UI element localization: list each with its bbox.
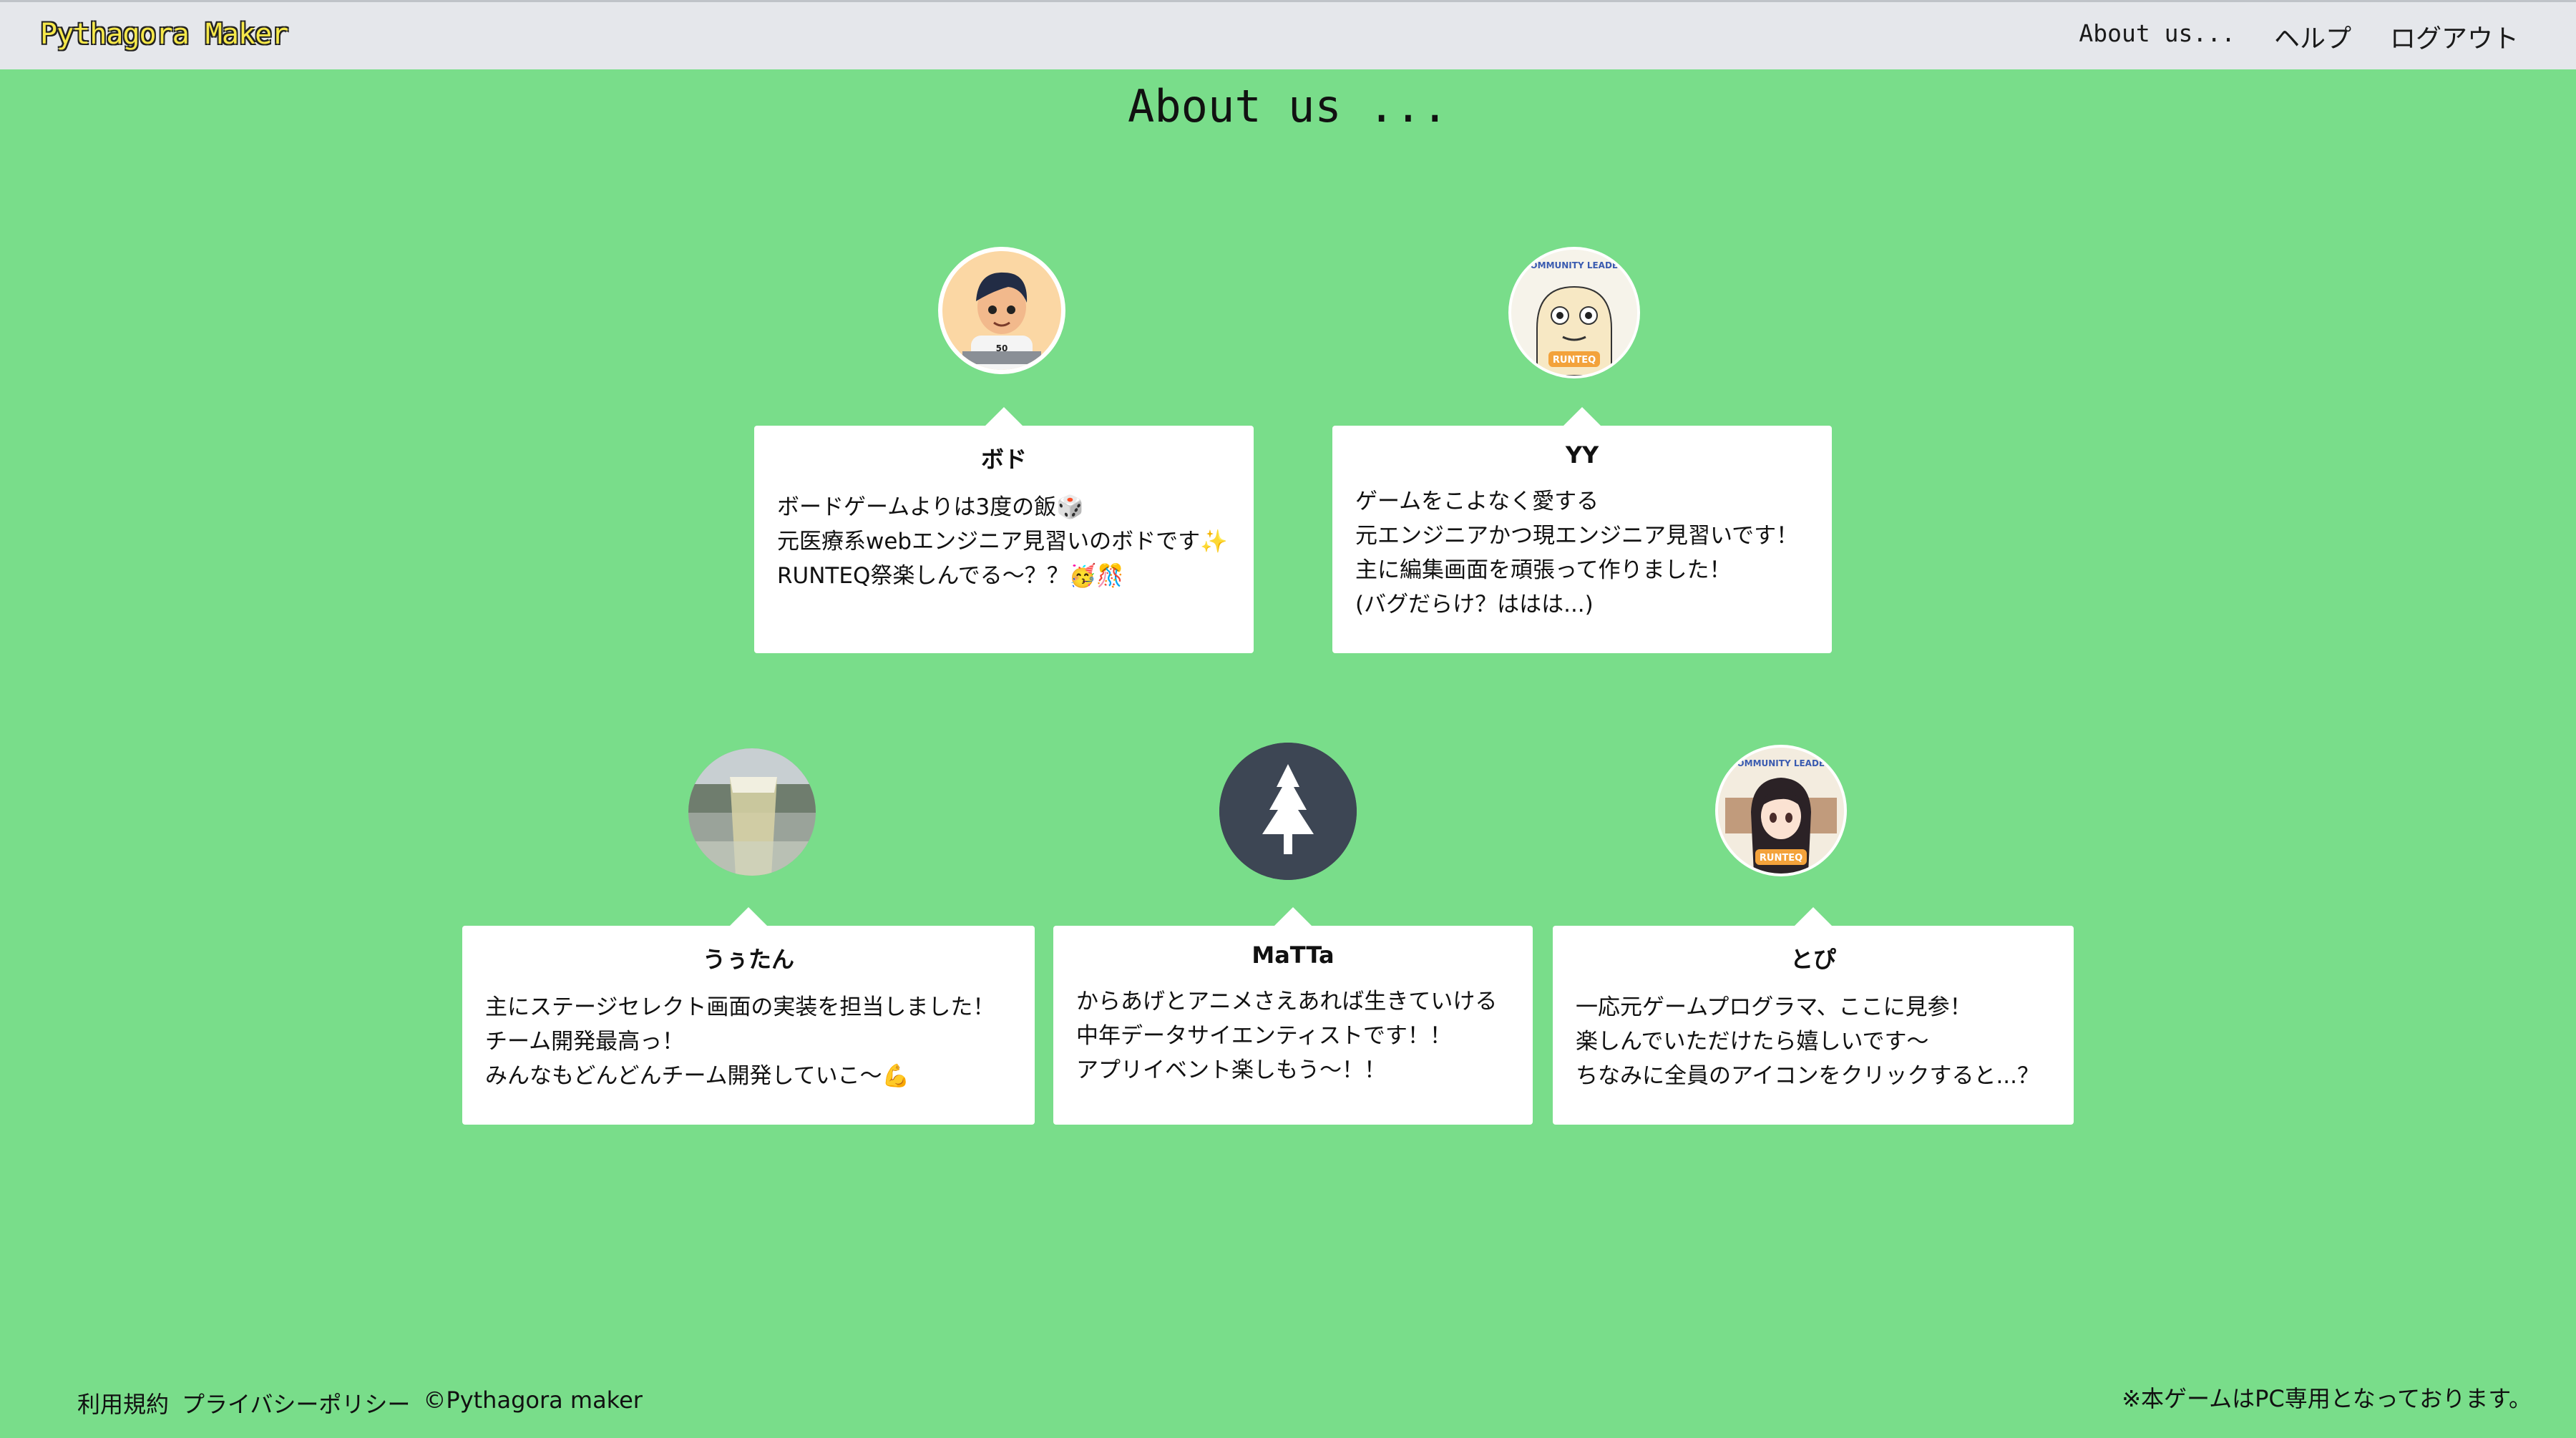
community-leader-badge-icon: COMMUNITY LEADER RUNTEQ [1511, 250, 1637, 376]
badge-bottom-text: RUNTEQ [1760, 853, 1802, 864]
drink-photo-icon [688, 748, 816, 876]
nav-links: About us... ヘルプ ログアウト [2079, 18, 2519, 55]
badge-bottom-text: RUNTEQ [1553, 355, 1596, 366]
member-bio-line: ちなみに全員のアイコンをクリックすると...？ [1576, 1063, 2040, 1089]
footer-links: 利用規約 プライバシーポリシー ©Pythagora maker [77, 1386, 643, 1419]
member-bio-line: 主にステージセレクト画面の実装を担当しました！ [485, 994, 995, 1020]
member-card-matta: MaTTa からあげとアニメさえあれば生きていける 中年データサイエンティストで… [1053, 907, 1533, 1125]
member-bio-line: チーム開発最高っ！ [485, 1029, 685, 1055]
nav-help-link[interactable]: ヘルプ [2274, 18, 2351, 55]
member-bio-line: 楽しんでいただけたら嬉しいです〜 [1576, 1029, 1929, 1055]
copyright-text: ©Pythagora maker [423, 1386, 643, 1414]
badge-top-text: COMMUNITY LEADER [1731, 758, 1832, 768]
pc-only-notice: ※本ゲームはPC専用となっております。 [2122, 1385, 2532, 1412]
avatar-topi[interactable]: COMMUNITY LEADER RUNTEQ [1715, 745, 1847, 876]
member-card-yy: YY ゲームをこよなく愛する 元エンジニアかつ現エンジニア見習いです！ 主に編集… [1332, 407, 1832, 653]
privacy-policy-link[interactable]: プライバシーポリシー [182, 1386, 410, 1419]
shirt-number-text: 50 [996, 343, 1008, 353]
member-card-topi: とぴ 一応元ゲームプログラマ、ここに見参！ 楽しんでいただけたら嬉しいです〜 ち… [1553, 907, 2074, 1125]
pine-tree-icon [1219, 743, 1357, 880]
page-title: About us ... [1128, 80, 1448, 132]
avatar-uutan[interactable] [688, 748, 816, 876]
boy-character-icon: 50 [942, 251, 1061, 370]
member-name: とぴ [1790, 946, 1836, 973]
anime-girl-badge-icon: COMMUNITY LEADER RUNTEQ [1718, 748, 1844, 874]
member-bio-line: RUNTEQ祭楽しんでる〜？？🥳🎊 [777, 563, 1124, 589]
member-bio-line: 主に編集画面を頑張って作りました！ [1355, 557, 1732, 583]
member-bio-line: 中年データサイエンティストです！！ [1076, 1023, 1452, 1049]
avatar-bodo[interactable]: 50 [938, 247, 1065, 374]
nav-logout-link[interactable]: ログアウト [2390, 18, 2519, 55]
member-name: ボド [980, 446, 1027, 473]
member-name: うぅたん [702, 946, 794, 973]
member-bio-line: ボードゲームよりは3度の飯🎲 [777, 494, 1084, 520]
avatar-yy[interactable]: COMMUNITY LEADER RUNTEQ [1508, 247, 1640, 378]
member-bio-line: 元エンジニアかつ現エンジニア見習いです！ [1355, 523, 1799, 549]
terms-link[interactable]: 利用規約 [77, 1386, 169, 1419]
navbar: Pythagora Maker About us... ヘルプ ログアウト [0, 0, 2576, 69]
member-bio-line: みんなもどんどんチーム開発していこ〜💪 [485, 1063, 910, 1089]
member-bio-line: からあげとアニメさえあれば生きていける [1076, 989, 1498, 1014]
badge-top-text: COMMUNITY LEADER [1524, 260, 1625, 270]
brand-logo[interactable]: Pythagora Maker [40, 18, 288, 51]
member-bio-line: 一応元ゲームプログラマ、ここに見参！ [1576, 994, 1972, 1020]
member-card-bodo: ボド ボードゲームよりは3度の飯🎲 元医療系webエンジニア見習いのボドです✨ … [754, 407, 1254, 653]
member-bio-line: (バグだらけ？ははは...) [1355, 592, 1594, 617]
member-name: MaTTa [1252, 941, 1335, 969]
member-bio-line: アプリイベント楽しもう〜！！ [1076, 1057, 1387, 1083]
avatar-matta[interactable] [1219, 743, 1357, 880]
member-bio-line: ゲームをこよなく愛する [1355, 489, 1599, 514]
member-bio-line: 元医療系webエンジニア見習いのボドです✨ [777, 529, 1228, 554]
member-card-uutan: うぅたん 主にステージセレクト画面の実装を担当しました！ チーム開発最高っ！ み… [462, 907, 1035, 1125]
nav-about-link[interactable]: About us... [2079, 19, 2235, 55]
member-name: YY [1565, 441, 1599, 469]
